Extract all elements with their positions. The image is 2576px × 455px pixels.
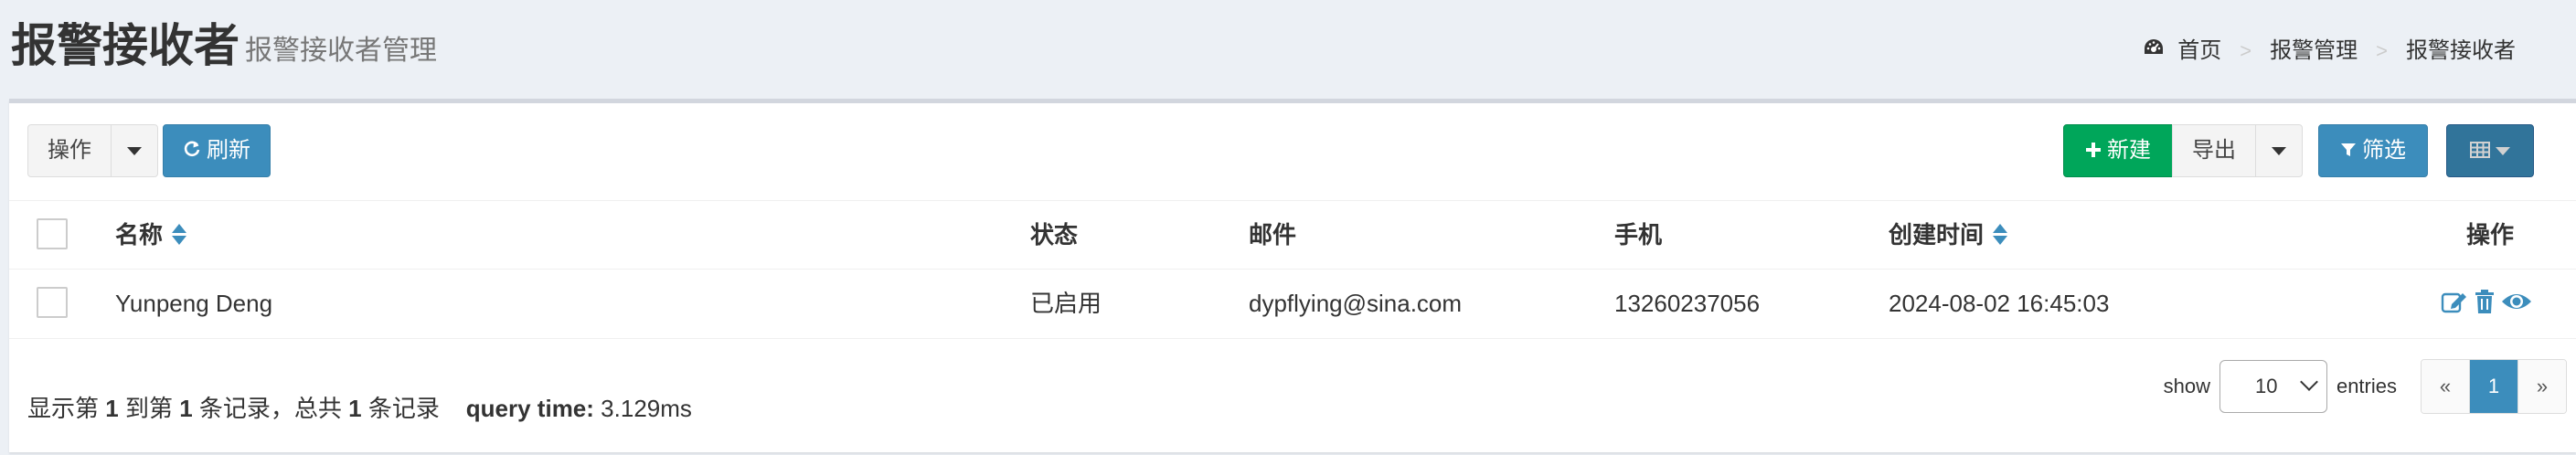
table-row: Yunpeng Deng 已启用 dypflying@sina.com 1326… bbox=[9, 269, 2576, 339]
table-header-row: 名称 状态 邮件 手机 创建时间 操作 bbox=[9, 200, 2576, 270]
edit-icon[interactable] bbox=[2441, 289, 2468, 319]
column-header-email: 邮件 bbox=[1249, 221, 1297, 249]
entries-label: entries bbox=[2336, 375, 2397, 397]
refresh-button[interactable]: 刷新 bbox=[163, 124, 271, 177]
page-size-select[interactable]: 10 bbox=[2219, 360, 2327, 413]
cell-email: dypflying@sina.com bbox=[1249, 290, 1463, 317]
breadcrumb-home[interactable]: 首页 bbox=[2177, 35, 2221, 68]
batch-actions-label: 操作 bbox=[48, 138, 91, 163]
column-label: 创建时间 bbox=[1889, 221, 1985, 249]
caret-down-icon bbox=[127, 147, 142, 156]
column-label: 名称 bbox=[115, 221, 164, 249]
column-selector-button[interactable] bbox=[2446, 124, 2534, 177]
caret-down-icon bbox=[2496, 147, 2510, 156]
column-header-created-at[interactable]: 创建时间 bbox=[1889, 201, 2008, 270]
batch-actions-button[interactable]: 操作 bbox=[27, 124, 112, 177]
refresh-label: 刷新 bbox=[207, 138, 250, 163]
export-button[interactable]: 导出 bbox=[2172, 124, 2256, 177]
caret-down-icon bbox=[2272, 147, 2286, 156]
batch-actions-dropdown-toggle[interactable] bbox=[111, 124, 158, 177]
new-button[interactable]: 新建 bbox=[2063, 124, 2173, 177]
summary-text: 显示第 bbox=[27, 395, 100, 422]
pagination: « 1 » bbox=[2421, 359, 2567, 414]
content-header: 报警接收者 报警接收者管理 首页 > 报警管理 > 报警接收者 bbox=[0, 0, 2576, 101]
chevron-down-icon bbox=[2300, 373, 2318, 391]
grid-box: 操作 刷新 新建 导出 筛选 名称 状态 邮件 手机 创建时间 操作 Yunpe… bbox=[9, 99, 2576, 452]
filter-button[interactable]: 筛选 bbox=[2318, 124, 2428, 177]
query-time-value: 3.129ms bbox=[601, 395, 692, 422]
new-label: 新建 bbox=[2107, 138, 2151, 163]
page-size-value: 10 bbox=[2254, 375, 2278, 397]
row-actions bbox=[2441, 270, 2532, 338]
breadcrumb: 首页 > 报警管理 > 报警接收者 bbox=[2143, 35, 2516, 68]
page-subtitle: 报警接收者管理 bbox=[245, 36, 437, 66]
page-title: 报警接收者 bbox=[11, 20, 240, 71]
summary-text: 条记录 bbox=[367, 395, 440, 422]
column-header-phone: 手机 bbox=[1614, 221, 1663, 249]
export-dropdown-toggle[interactable] bbox=[2255, 124, 2303, 177]
table-icon bbox=[2470, 126, 2490, 177]
page-button-current[interactable]: 1 bbox=[2470, 360, 2518, 413]
row-checkbox[interactable] bbox=[37, 287, 68, 318]
sort-icon[interactable] bbox=[172, 224, 187, 246]
prev-page-button[interactable]: « bbox=[2422, 360, 2470, 413]
export-label: 导出 bbox=[2192, 138, 2236, 163]
summary-total: 1 bbox=[348, 395, 362, 422]
records-summary: 显示第 1 到第 1 条记录，总共 1 条记录 query time: 3.12… bbox=[27, 392, 692, 425]
cell-name: Yunpeng Deng bbox=[115, 290, 273, 317]
pager-area: show 10 entries « 1 » bbox=[2164, 359, 2567, 414]
eye-icon[interactable] bbox=[2501, 289, 2532, 319]
refresh-icon bbox=[183, 126, 201, 177]
next-page-button[interactable]: » bbox=[2518, 360, 2566, 413]
filter-label: 筛选 bbox=[2362, 138, 2406, 163]
column-header-status: 状态 bbox=[1030, 221, 1079, 249]
summary-to: 1 bbox=[179, 395, 193, 422]
select-all-checkbox[interactable] bbox=[37, 218, 68, 249]
cell-status: 已启用 bbox=[1030, 290, 1102, 317]
column-header-actions: 操作 bbox=[2466, 221, 2515, 249]
dashboard-icon bbox=[2143, 35, 2165, 68]
filter-icon bbox=[2340, 126, 2357, 177]
trash-icon[interactable] bbox=[2474, 289, 2496, 319]
summary-text: 条记录，总共 bbox=[198, 395, 342, 422]
breadcrumb-separator: > bbox=[2240, 39, 2252, 62]
query-time-label: query time: bbox=[465, 395, 594, 422]
summary-text: 到第 bbox=[124, 395, 173, 422]
sort-icon[interactable] bbox=[1993, 224, 2008, 246]
column-header-name[interactable]: 名称 bbox=[115, 201, 187, 270]
show-label: show bbox=[2163, 375, 2210, 397]
summary-from: 1 bbox=[105, 395, 119, 422]
breadcrumb-separator: > bbox=[2376, 39, 2388, 62]
breadcrumb-current: 报警接收者 bbox=[2406, 38, 2516, 63]
cell-phone: 13260237056 bbox=[1614, 290, 1761, 317]
cell-created-at: 2024-08-02 16:45:03 bbox=[1889, 290, 2110, 317]
plus-icon bbox=[2085, 126, 2102, 177]
breadcrumb-alarm-management[interactable]: 报警管理 bbox=[2270, 35, 2358, 68]
